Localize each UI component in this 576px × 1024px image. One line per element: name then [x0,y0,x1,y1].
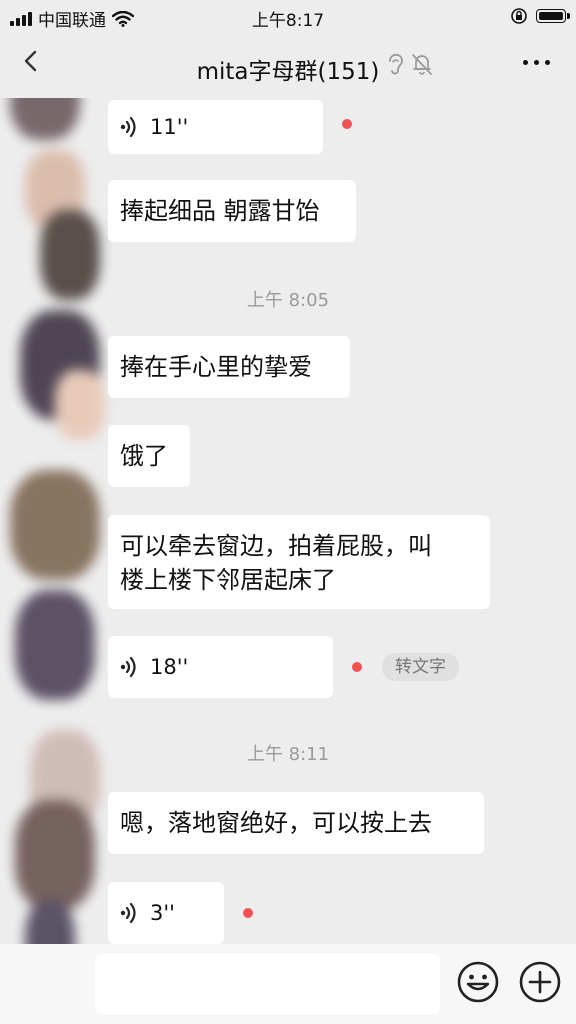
voice-wave-icon [120,116,136,138]
message-timestamp: 上午 8:05 [246,290,330,311]
status-time: 上午8:17 [251,11,325,31]
lock-rotation-icon [511,8,527,24]
status-bar: 中国联通 上午8:17 [0,0,576,34]
text-message[interactable]: 捧起细品 朝露甘饴 [108,180,356,242]
voice-wave-icon [120,902,136,924]
chat-area[interactable]: 11'' 捧起细品 朝露甘饴 上午 8:05 捧在手心里的挚爱 饿了 可以牵去窗… [0,98,576,944]
voice-duration: 11'' [150,115,189,139]
input-bar [0,944,576,1024]
more-icon[interactable] [523,60,550,65]
unread-dot [243,908,253,918]
chat-title: mita字母群(151) [196,59,380,85]
voice-duration: 3'' [150,901,175,925]
text-message[interactable]: 饿了 [108,425,190,487]
voice-duration: 18'' [150,655,189,679]
chat-header: mita字母群(151) [0,34,576,98]
message-input[interactable] [95,954,440,1014]
mute-bell-icon [412,54,432,75]
title-icons [385,52,433,76]
voice-message[interactable]: 11'' [108,100,323,154]
text-message[interactable]: 可以牵去窗边，拍着屁股，叫 楼上楼下邻居起床了 [108,515,490,609]
status-right [510,7,570,25]
unread-dot [352,662,362,672]
emoji-icon[interactable] [456,960,500,1004]
ear-icon [389,53,403,75]
convert-to-text-button[interactable]: 转文字 [382,653,459,681]
text-message[interactable]: 捧在手心里的挚爱 [108,336,350,398]
voice-message[interactable]: 18'' [108,636,333,698]
voice-message[interactable]: 3'' [108,882,224,944]
message-timestamp: 上午 8:11 [246,744,330,765]
battery-icon [536,9,570,23]
plus-icon[interactable] [518,960,562,1004]
text-message[interactable]: 嗯，落地窗绝好，可以按上去 [108,792,484,854]
voice-wave-icon [120,656,136,678]
unread-dot [342,119,352,129]
